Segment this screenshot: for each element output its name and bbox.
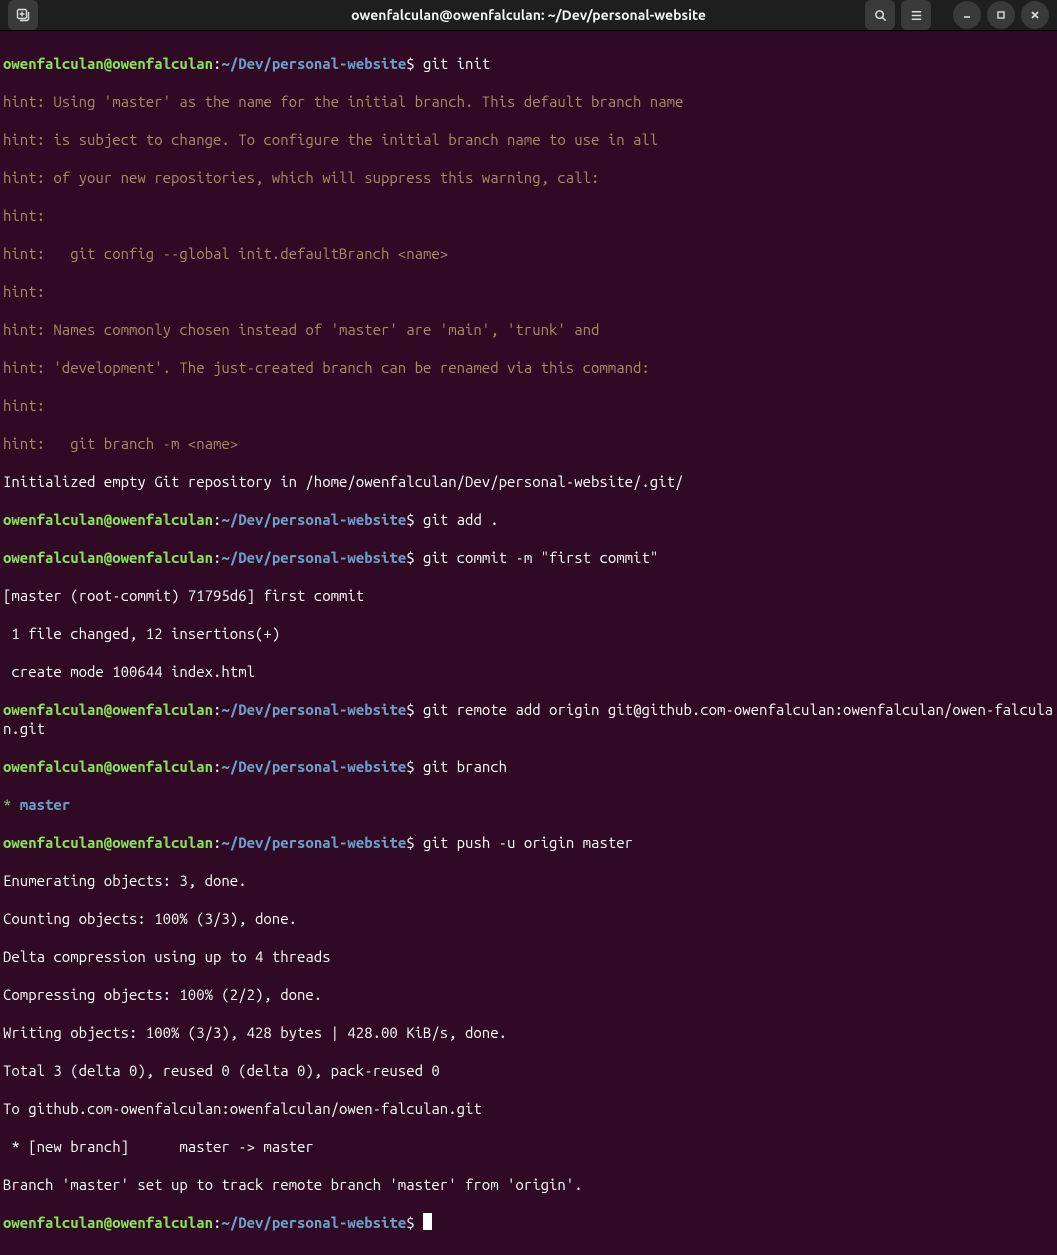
output-line: * [new branch] master -> master xyxy=(3,1137,1054,1156)
hint-line: hint: git branch -m <name> xyxy=(3,434,1054,453)
hint-line: hint: git config --global init.defaultBr… xyxy=(3,244,1054,263)
prompt-line: owenfalculan@owenfalculan:~/Dev/personal… xyxy=(3,833,1054,852)
output-line: Compressing objects: 100% (2/2), done. xyxy=(3,985,1054,1004)
terminal-output[interactable]: owenfalculan@owenfalculan:~/Dev/personal… xyxy=(0,31,1057,1255)
output-line: Delta compression using up to 4 threads xyxy=(3,947,1054,966)
prompt-line: owenfalculan@owenfalculan:~/Dev/personal… xyxy=(3,548,1054,567)
hint-line: hint: xyxy=(3,206,1054,225)
search-button[interactable] xyxy=(865,0,895,30)
prompt-line: owenfalculan@owenfalculan:~/Dev/personal… xyxy=(3,54,1054,73)
output-line: 1 file changed, 12 insertions(+) xyxy=(3,624,1054,643)
output-line: Total 3 (delta 0), reused 0 (delta 0), p… xyxy=(3,1061,1054,1080)
titlebar: owenfalculan@owenfalculan: ~/Dev/persona… xyxy=(0,0,1057,31)
hint-line: hint: Using 'master' as the name for the… xyxy=(3,92,1054,111)
output-line: Initialized empty Git repository in /hom… xyxy=(3,472,1054,491)
output-line: create mode 100644 index.html xyxy=(3,662,1054,681)
prompt-userhost: owenfalculan@owenfalculan xyxy=(3,55,213,72)
titlebar-right xyxy=(865,0,1049,30)
hamburger-menu-button[interactable] xyxy=(901,0,931,30)
maximize-button[interactable] xyxy=(987,1,1015,29)
minimize-button[interactable] xyxy=(953,1,981,29)
prompt-line: owenfalculan@owenfalculan:~/Dev/personal… xyxy=(3,757,1054,776)
output-line: To github.com-owenfalculan:owenfalculan/… xyxy=(3,1099,1054,1118)
branch-line: * master xyxy=(3,795,1054,814)
prompt-line-active: owenfalculan@owenfalculan:~/Dev/personal… xyxy=(3,1213,1054,1232)
prompt-path: ~/Dev/personal-website xyxy=(221,55,406,72)
prompt-line: owenfalculan@owenfalculan:~/Dev/personal… xyxy=(3,510,1054,529)
hint-line: hint: is subject to change. To configure… xyxy=(3,130,1054,149)
command-text: git commit -m "first commit" xyxy=(423,549,658,566)
branch-name: master xyxy=(20,796,70,813)
prompt-line: owenfalculan@owenfalculan:~/Dev/personal… xyxy=(3,700,1054,738)
hint-line: hint: of your new repositories, which wi… xyxy=(3,168,1054,187)
output-line: Enumerating objects: 3, done. xyxy=(3,871,1054,890)
command-text: git add . xyxy=(423,511,499,528)
cursor xyxy=(423,1213,432,1230)
hint-line: hint: 'development'. The just-created br… xyxy=(3,358,1054,377)
titlebar-left xyxy=(8,0,38,30)
output-line: Branch 'master' set up to track remote b… xyxy=(3,1175,1054,1194)
new-tab-button[interactable] xyxy=(8,0,38,30)
hint-line: hint: xyxy=(3,396,1054,415)
output-line: Counting objects: 100% (3/3), done. xyxy=(3,909,1054,928)
command-text: git init xyxy=(423,55,490,72)
output-line: [master (root-commit) 71795d6] first com… xyxy=(3,586,1054,605)
command-text: git branch xyxy=(423,758,507,775)
hint-line: hint: Names commonly chosen instead of '… xyxy=(3,320,1054,339)
hint-line: hint: xyxy=(3,282,1054,301)
output-line: Writing objects: 100% (3/3), 428 bytes |… xyxy=(3,1023,1054,1042)
branch-current-marker: * xyxy=(3,796,20,813)
command-text: git push -u origin master xyxy=(423,834,633,851)
close-button[interactable] xyxy=(1021,1,1049,29)
